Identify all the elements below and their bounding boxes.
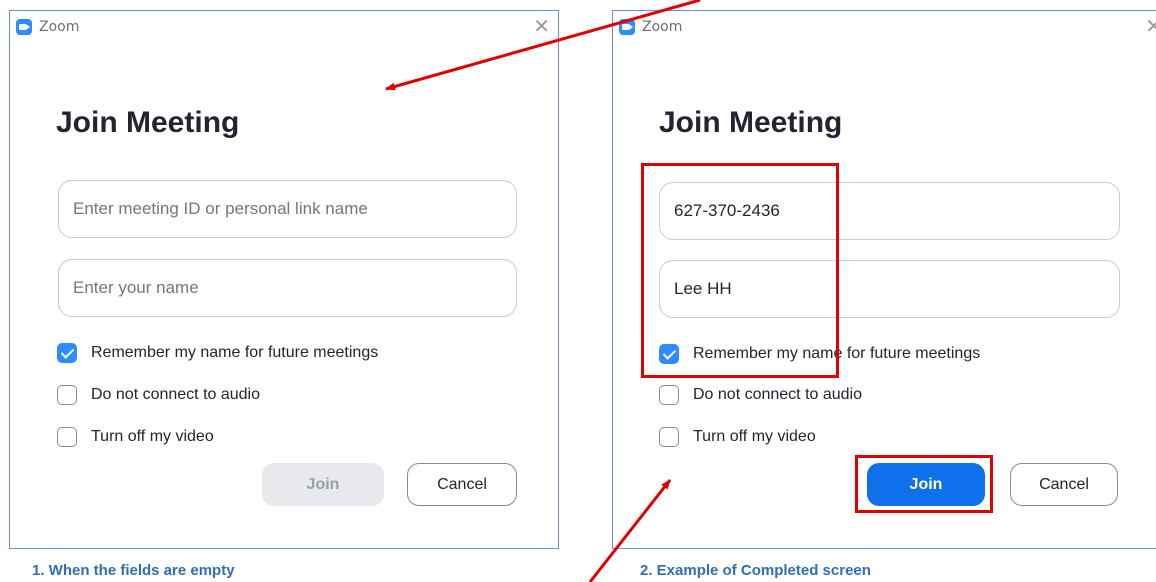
arrow-top <box>385 0 701 91</box>
annotation-arrows <box>385 0 701 582</box>
caption-empty: 1. When the fields are empty <box>32 562 235 579</box>
caption-completed: 2. Example of Completed screen <box>640 562 871 579</box>
